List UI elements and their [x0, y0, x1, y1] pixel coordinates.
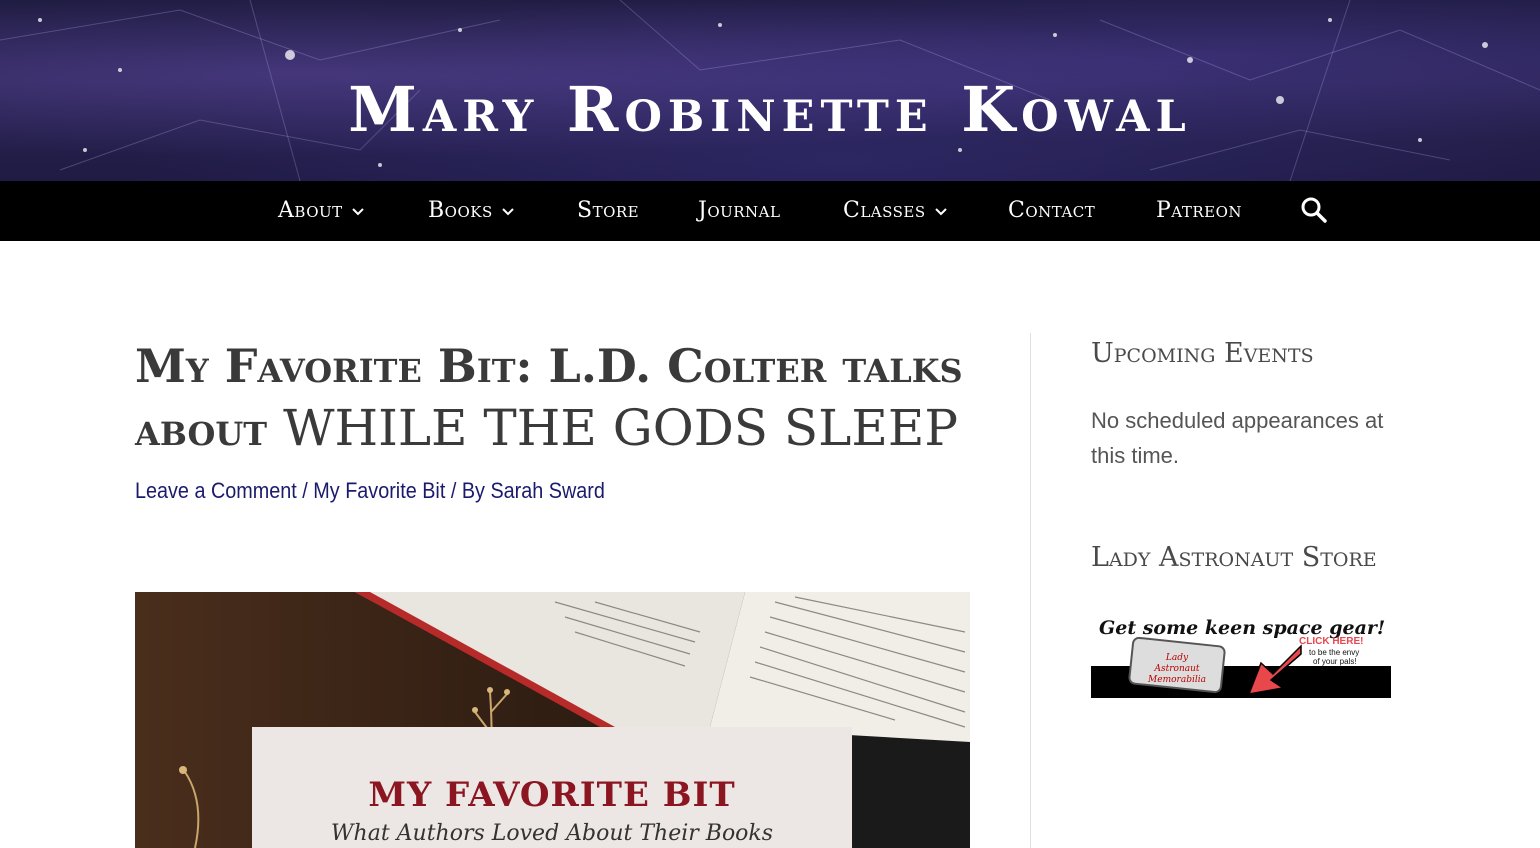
site-title[interactable]: Mary Robinette Kowal	[0, 70, 1540, 150]
post-title: My Favorite Bit: L.D. Colter talks about…	[135, 335, 995, 460]
nav-item-about[interactable]: About	[278, 181, 365, 241]
nav-item-journal[interactable]: Journal	[698, 181, 780, 241]
banner-cta: CLICK HERE!	[1299, 636, 1363, 647]
nav-item-label: Books	[428, 198, 493, 223]
chevron-down-icon	[934, 181, 948, 241]
card-title: MY FAVORITE BIT	[368, 775, 736, 815]
card-subtitle: What Authors Loved About Their Books	[330, 821, 774, 846]
chevron-down-icon	[351, 181, 365, 241]
banner-tag-line3: Memorabilia	[1147, 675, 1206, 685]
nav-item-label: Journal	[698, 198, 781, 223]
nav-item-contact[interactable]: Contact	[1008, 181, 1095, 241]
banner-tag-line2: Astronaut	[1153, 664, 1199, 674]
category-link[interactable]: My Favorite Bit	[313, 478, 445, 503]
banner-sub-line1: to be the envy	[1309, 648, 1359, 657]
chevron-down-icon	[501, 181, 515, 241]
post-title-book: WHILE THE GODS SLEEP	[283, 399, 959, 457]
banner-sub-line2: of your pals!	[1313, 657, 1357, 666]
featured-card: MY FAVORITE BIT What Authors Loved About…	[252, 727, 852, 848]
upcoming-events-title: Upcoming Events	[1091, 338, 1314, 369]
leave-comment-link[interactable]: Leave a Comment	[135, 478, 297, 503]
site-header-hero: Mary Robinette Kowal	[0, 0, 1540, 181]
store-banner-art: Get some keen space gear! Lady Astronaut…	[1091, 617, 1391, 698]
store-banner[interactable]: Get some keen space gear! Lady Astronaut…	[1091, 608, 1391, 698]
banner-tag-line1: Lady	[1165, 653, 1189, 663]
nav-item-label: About	[278, 198, 343, 223]
nav-item-patreon[interactable]: Patreon	[1156, 181, 1242, 241]
sidebar-divider	[1030, 333, 1031, 848]
lady-astronaut-store-title: Lady Astronaut Store	[1091, 542, 1377, 573]
upcoming-events-text: No scheduled appearances at this time.	[1091, 408, 1384, 468]
author-link[interactable]: Sarah Sward	[490, 478, 604, 503]
nav-item-label: Classes	[843, 198, 926, 223]
meta-by-label: / By	[445, 478, 491, 503]
post-meta: Leave a Comment / My Favorite Bit / By S…	[135, 478, 605, 504]
nav-item-label: Store	[577, 198, 640, 223]
nav-item-classes[interactable]: Classes	[843, 181, 948, 241]
nav-item-label: Contact	[1008, 198, 1096, 223]
nav-item-label: Patreon	[1156, 198, 1242, 223]
search-icon[interactable]	[1300, 196, 1328, 229]
meta-separator: /	[296, 478, 314, 503]
nav-item-store[interactable]: Store	[577, 181, 639, 241]
nav-item-books[interactable]: Books	[428, 181, 515, 241]
featured-image: MY FAVORITE BIT What Authors Loved About…	[135, 592, 970, 848]
